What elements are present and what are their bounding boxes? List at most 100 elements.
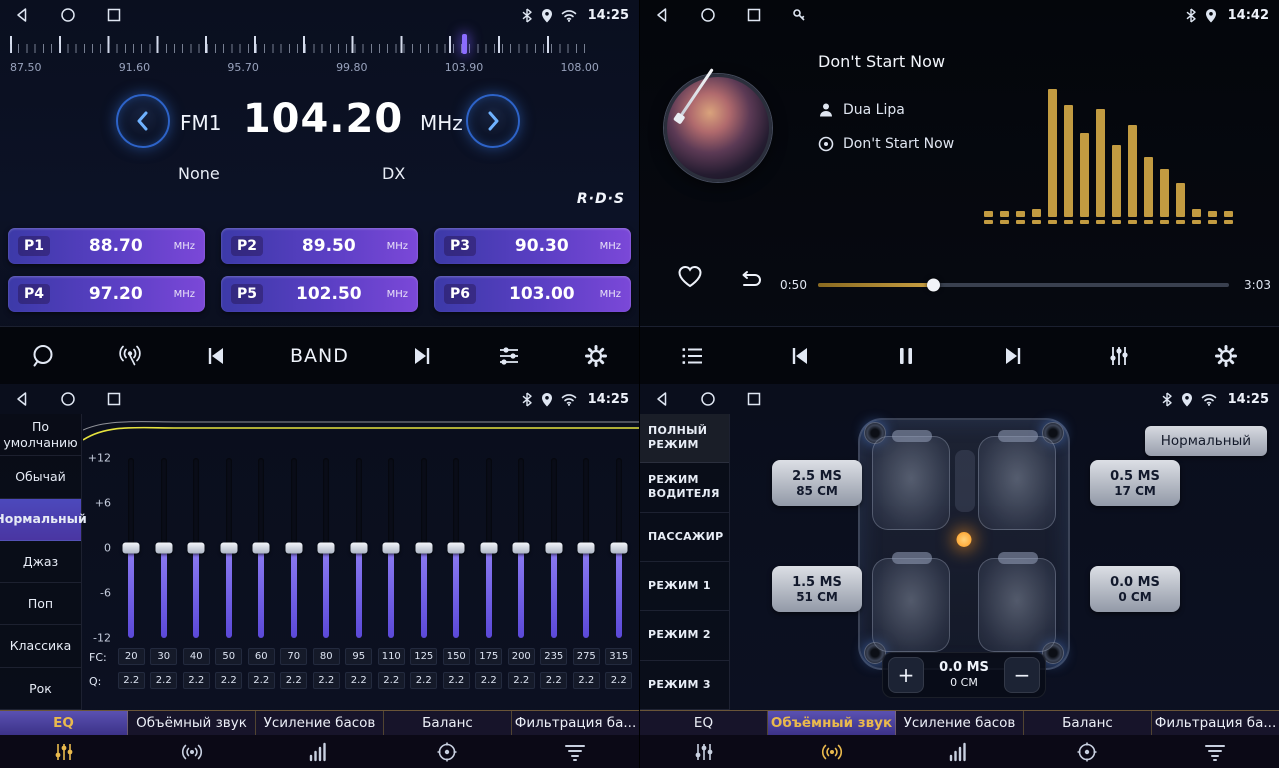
back-icon[interactable] — [654, 391, 670, 407]
eq-preset-normal[interactable]: Нормальный — [0, 499, 81, 541]
settings-gear-icon[interactable] — [1213, 343, 1239, 369]
mixer-icon[interactable] — [1106, 343, 1132, 369]
delay-rear-right[interactable]: 0.0 MS 0 CM — [1090, 566, 1180, 612]
delay-rear-left[interactable]: 1.5 MS 51 CM — [772, 566, 862, 612]
surround-tab-icon[interactable] — [768, 735, 896, 768]
back-icon[interactable] — [14, 7, 30, 23]
surround-preset-button[interactable]: Нормальный — [1145, 426, 1267, 456]
eq-preset-jazz[interactable]: Джаз — [0, 541, 81, 583]
home-icon[interactable] — [60, 391, 76, 407]
eq-band-slider[interactable] — [226, 458, 232, 638]
tune-up-button[interactable] — [466, 94, 520, 148]
eq-band-slider[interactable] — [128, 458, 134, 638]
tab-surround[interactable]: Объёмный звук — [768, 711, 896, 735]
mode-driver[interactable]: РЕЖИМ ВОДИТЕЛЯ — [640, 463, 729, 512]
eq-sliders-icon[interactable] — [496, 343, 522, 369]
tune-down-button[interactable] — [116, 94, 170, 148]
eq-band-slider[interactable] — [161, 458, 167, 638]
tab-filter[interactable]: Фильтрация ба... — [1152, 711, 1279, 735]
preset-button[interactable]: P5 102.50 MHz — [221, 276, 418, 312]
eq-preset-custom[interactable]: Обычай — [0, 456, 81, 498]
next-track-icon[interactable] — [1000, 343, 1026, 369]
mode-passenger[interactable]: ПАССАЖИР — [640, 513, 729, 562]
eq-tab-icon[interactable] — [640, 735, 768, 768]
preset-button[interactable]: P4 97.20 MHz — [8, 276, 205, 312]
recents-icon[interactable] — [106, 7, 122, 23]
eq-band-slider[interactable] — [551, 458, 557, 638]
slider-handle[interactable] — [383, 543, 400, 554]
slider-handle[interactable] — [155, 543, 172, 554]
mode-2[interactable]: РЕЖИМ 2 — [640, 611, 729, 660]
eq-preset-rock[interactable]: Рок — [0, 668, 81, 710]
preset-button[interactable]: P1 88.70 MHz — [8, 228, 205, 264]
slider-handle[interactable] — [578, 543, 595, 554]
eq-tab-icon[interactable] — [0, 735, 128, 768]
slider-handle[interactable] — [545, 543, 562, 554]
tab-bass-boost[interactable]: Усиление басов — [256, 711, 384, 735]
slider-handle[interactable] — [285, 543, 302, 554]
balance-tab-icon[interactable] — [1023, 735, 1151, 768]
band-button[interactable]: BAND — [290, 345, 349, 367]
eq-band-slider[interactable] — [193, 458, 199, 638]
preset-button[interactable]: P2 89.50 MHz — [221, 228, 418, 264]
eq-preset-pop[interactable]: Поп — [0, 583, 81, 625]
filter-tab-icon[interactable] — [511, 735, 639, 768]
slider-handle[interactable] — [318, 543, 335, 554]
settings-gear-icon[interactable] — [583, 343, 609, 369]
eq-band-slider[interactable] — [258, 458, 264, 638]
slider-handle[interactable] — [610, 543, 627, 554]
back-icon[interactable] — [14, 391, 30, 407]
tab-eq[interactable]: EQ — [0, 711, 128, 735]
eq-preset-classic[interactable]: Классика — [0, 625, 81, 667]
recents-icon[interactable] — [106, 391, 122, 407]
slider-handle[interactable] — [350, 543, 367, 554]
preset-button[interactable]: P3 90.30 MHz — [434, 228, 631, 264]
eq-band-slider[interactable] — [616, 458, 622, 638]
eq-band-slider[interactable] — [421, 458, 427, 638]
playlist-icon[interactable] — [680, 343, 706, 369]
recents-icon[interactable] — [746, 391, 762, 407]
filter-tab-icon[interactable] — [1151, 735, 1279, 768]
slider-handle[interactable] — [253, 543, 270, 554]
slider-handle[interactable] — [513, 543, 530, 554]
home-icon[interactable] — [60, 7, 76, 23]
eq-preset-default[interactable]: По умолчанию — [0, 414, 81, 456]
bass-boost-tab-icon[interactable] — [896, 735, 1024, 768]
surround-tab-icon[interactable] — [128, 735, 256, 768]
slider-handle[interactable] — [220, 543, 237, 554]
bass-boost-tab-icon[interactable] — [256, 735, 384, 768]
progress-knob[interactable] — [927, 279, 940, 292]
decrease-delay-button[interactable]: − — [1004, 657, 1040, 693]
slider-handle[interactable] — [480, 543, 497, 554]
mode-1[interactable]: РЕЖИМ 1 — [640, 562, 729, 611]
balance-tab-icon[interactable] — [383, 735, 511, 768]
next-station-icon[interactable] — [409, 343, 435, 369]
slider-handle[interactable] — [188, 543, 205, 554]
tab-filter[interactable]: Фильтрация ба... — [512, 711, 639, 735]
eq-band-slider[interactable] — [356, 458, 362, 638]
mode-full[interactable]: ПОЛНЫЙ РЕЖИМ — [640, 414, 729, 463]
increase-delay-button[interactable]: + — [888, 657, 924, 693]
eq-band-slider[interactable] — [486, 458, 492, 638]
preset-button[interactable]: P6 103.00 MHz — [434, 276, 631, 312]
broadcast-icon[interactable] — [117, 343, 143, 369]
listener-position-dot[interactable] — [957, 532, 972, 547]
mode-3[interactable]: РЕЖИМ 3 — [640, 661, 729, 710]
eq-band-slider[interactable] — [518, 458, 524, 638]
previous-track-icon[interactable] — [787, 343, 813, 369]
delay-front-left[interactable]: 2.5 MS 85 CM — [772, 460, 862, 506]
home-icon[interactable] — [700, 7, 716, 23]
tab-bass-boost[interactable]: Усиление басов — [896, 711, 1024, 735]
back-icon[interactable] — [654, 7, 670, 23]
search-icon[interactable] — [30, 343, 56, 369]
progress-slider[interactable] — [818, 283, 1229, 287]
favorite-heart-icon[interactable] — [676, 264, 704, 294]
repeat-icon[interactable] — [736, 268, 764, 296]
eq-band-slider[interactable] — [583, 458, 589, 638]
previous-station-icon[interactable] — [203, 343, 229, 369]
tab-balance[interactable]: Баланс — [384, 711, 512, 735]
eq-band-slider[interactable] — [388, 458, 394, 638]
slider-handle[interactable] — [123, 543, 140, 554]
eq-band-slider[interactable] — [291, 458, 297, 638]
tab-balance[interactable]: Баланс — [1024, 711, 1152, 735]
